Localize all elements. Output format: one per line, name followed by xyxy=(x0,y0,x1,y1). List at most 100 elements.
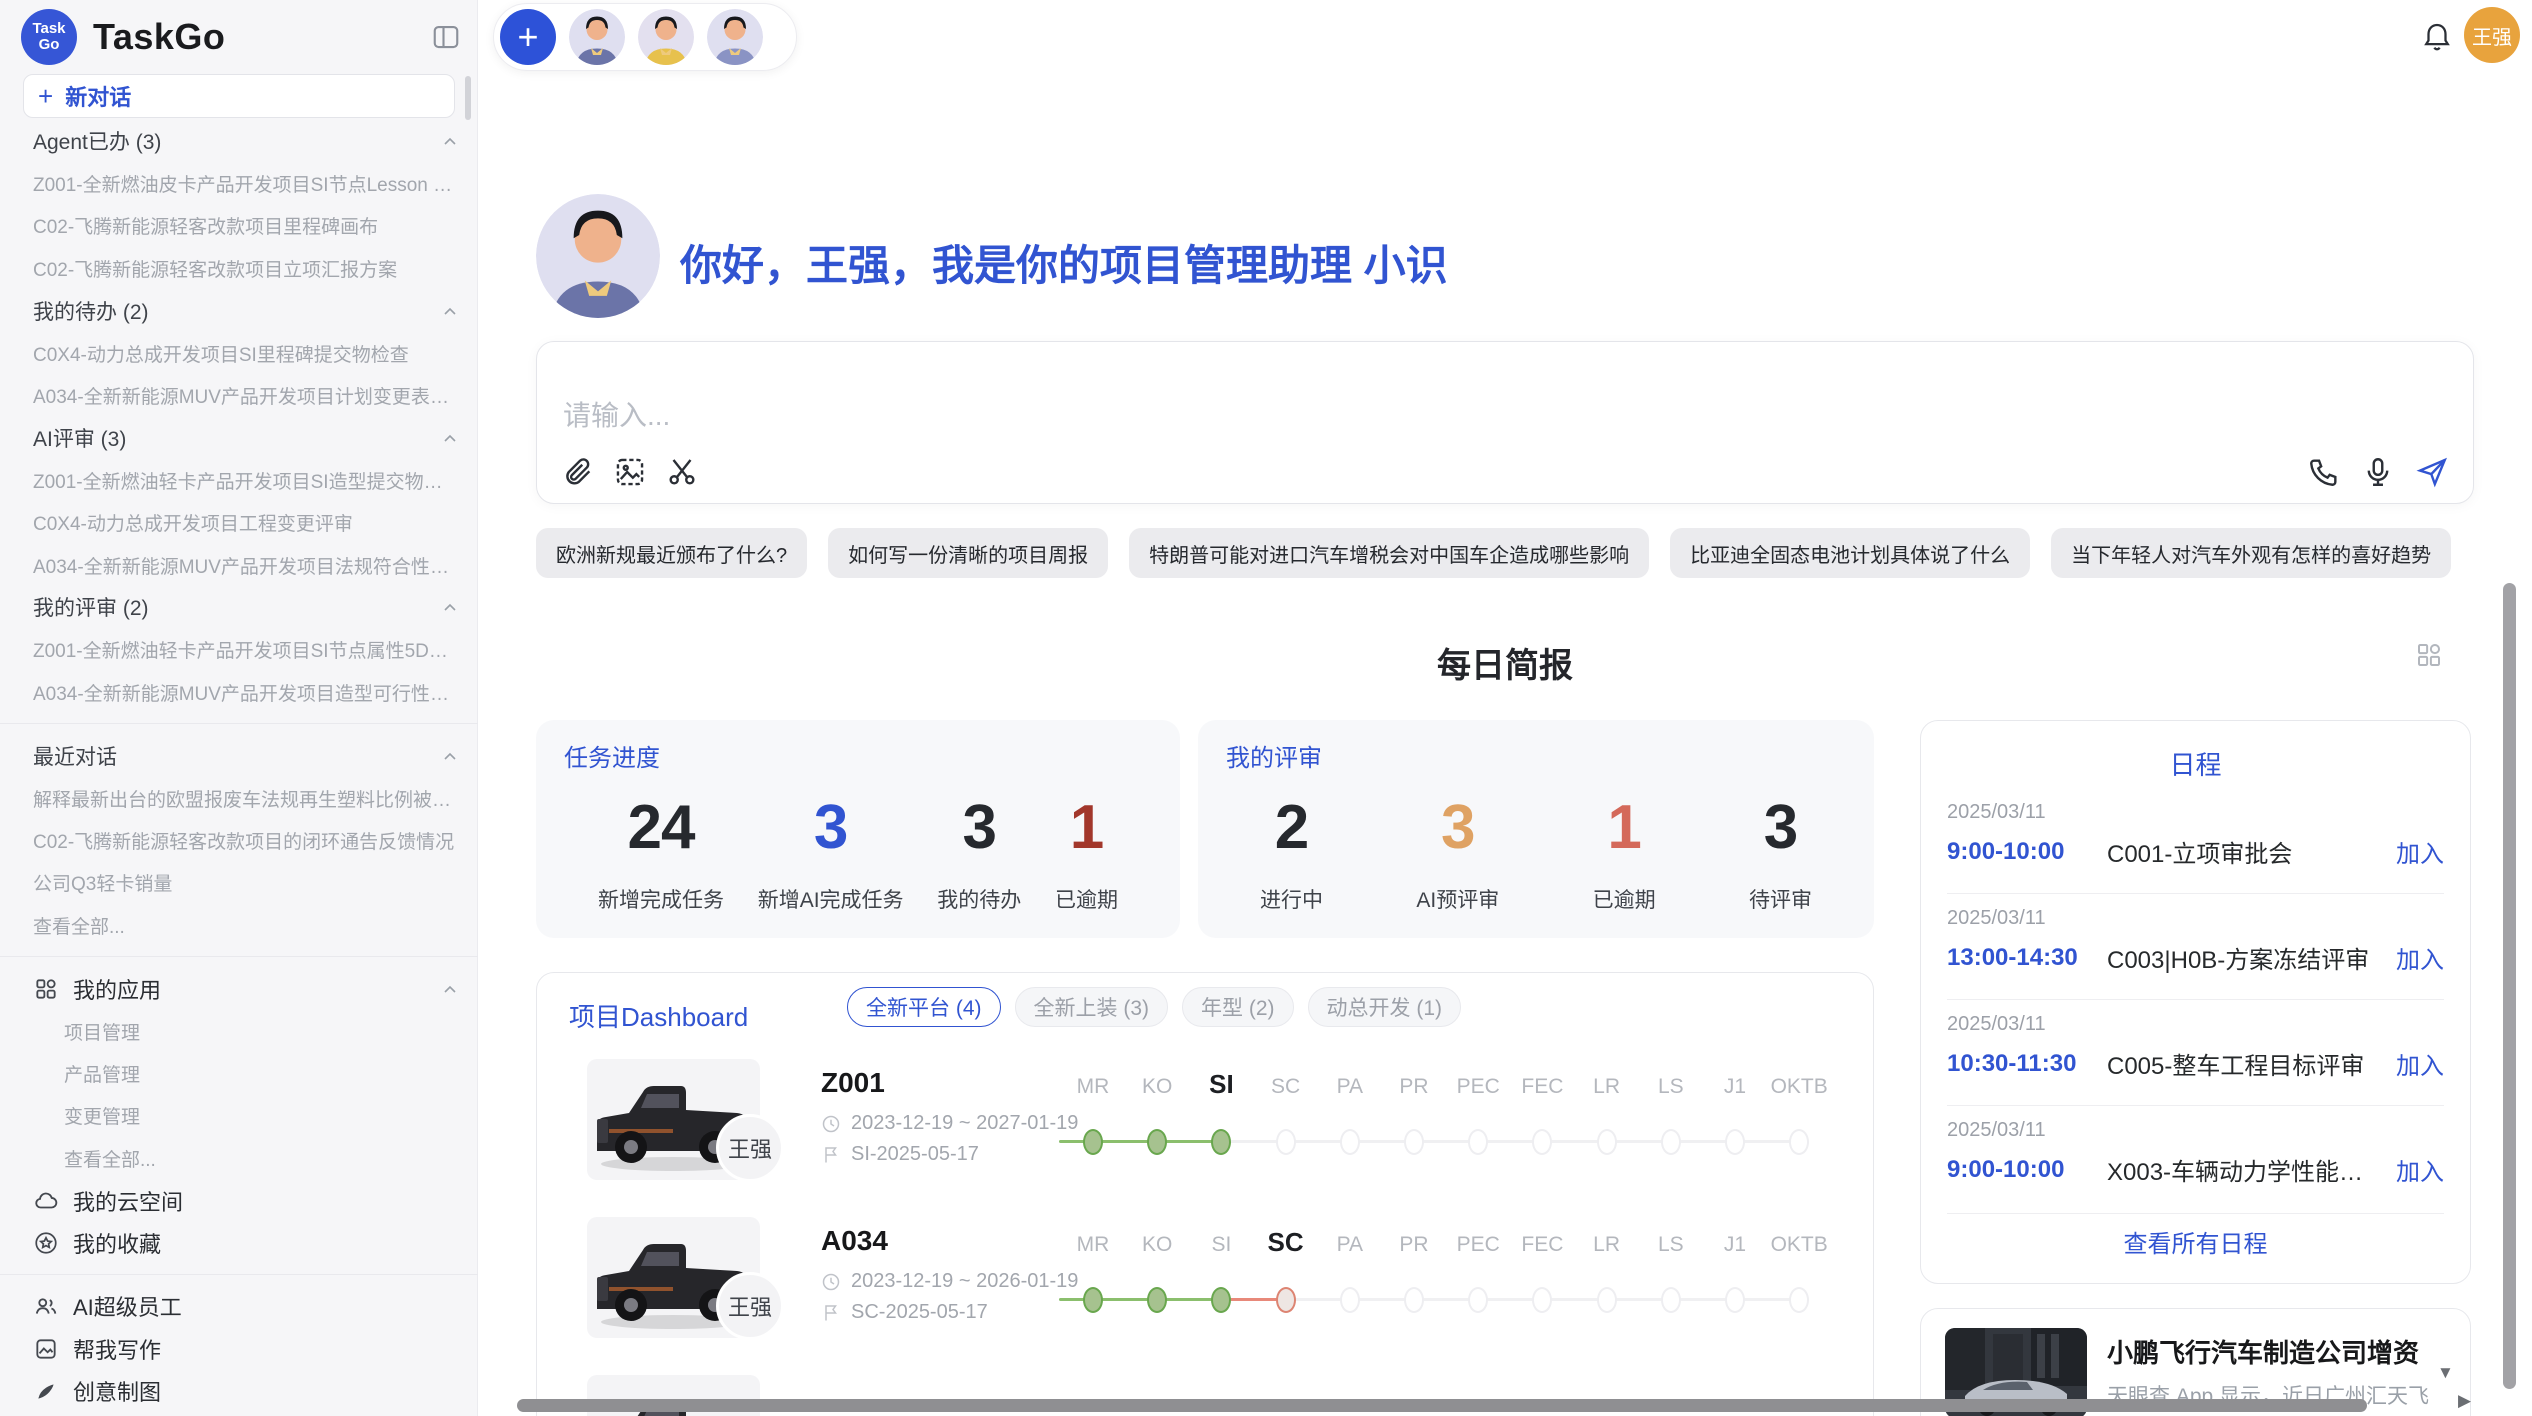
sidebar-section-my-todo[interactable]: 我的待办 (2) xyxy=(0,290,478,332)
join-link[interactable]: 加入 xyxy=(2396,1152,2444,1187)
new-chat-button[interactable]: + 新对话 xyxy=(23,74,455,118)
user-name: 王强 xyxy=(2472,21,2512,50)
sidebar-app-project-mgmt[interactable]: 项目管理 xyxy=(0,1010,478,1052)
chevron-up-icon[interactable] xyxy=(440,746,460,766)
milestone-label: PEC xyxy=(1457,1075,1500,1099)
sidebar-item-cloud-space[interactable]: 我的云空间 xyxy=(0,1179,478,1221)
composer-tools xyxy=(561,455,699,489)
suggestion-chip[interactable]: 特朗普可能对进口汽车增税会对中国车企造成哪些影响 xyxy=(1129,528,1649,578)
sidebar-section-recent[interactable]: 最近对话 xyxy=(0,734,478,776)
milestone-dot-done xyxy=(1083,1129,1103,1155)
sidebar-section-ai-review[interactable]: AI评审 (3) xyxy=(0,417,478,459)
sidebar-item[interactable]: Z001-全新燃油皮卡产品开发项目SI节点Lesson Learn报告 xyxy=(0,162,478,204)
milestone-label: PA xyxy=(1337,1075,1363,1099)
recent-conversation[interactable]: 公司Q3轻卡销量 xyxy=(0,862,478,904)
flag-icon xyxy=(821,1303,841,1323)
sidebar-apps-view-all[interactable]: 查看全部... xyxy=(0,1137,478,1179)
sidebar-collapse-icon[interactable] xyxy=(431,22,461,52)
view-all-schedule-link[interactable]: 查看所有日程 xyxy=(1921,1224,2470,1259)
microphone-icon[interactable] xyxy=(2361,455,2395,489)
sidebar-item[interactable]: Z001-全新燃油轻卡产品开发项目SI造型提交物评审 xyxy=(0,459,478,501)
chevron-up-icon[interactable] xyxy=(440,979,460,999)
suggestion-chip[interactable]: 当下年轻人对汽车外观有怎样的喜好趋势 xyxy=(2051,528,2451,578)
attachment-icon[interactable] xyxy=(561,455,595,489)
message-composer xyxy=(536,341,2474,504)
pen-icon xyxy=(33,1378,59,1404)
sidebar-scrollbar[interactable] xyxy=(465,76,471,120)
recent-conversation[interactable]: C02-飞腾新能源轻客改款项目的闭环通告反馈情况 xyxy=(0,819,478,861)
chevron-up-icon[interactable] xyxy=(440,131,460,151)
project-row[interactable]: 王强 A034 2023-12-19 ~ 2026-01-19 SC-2025-… xyxy=(537,1209,1875,1367)
filter-pill-new-body[interactable]: 全新上装 (3) xyxy=(1015,987,1169,1027)
sidebar-item-ai-super-staff[interactable]: AI超级员工 xyxy=(0,1285,478,1327)
filter-pill-new-platform[interactable]: 全新平台 (4) xyxy=(847,987,1001,1027)
add-conversation-button[interactable]: + xyxy=(500,9,556,65)
project-row[interactable]: 王强 Z001 2023-12-19 ~ 2027-01-19 SI-2025-… xyxy=(537,1051,1875,1209)
milestone-label: LS xyxy=(1658,1075,1684,1099)
agent-avatar[interactable] xyxy=(569,9,625,65)
sidebar-item[interactable]: C0X4-动力总成开发项目工程变更评审 xyxy=(0,502,478,544)
send-icon[interactable] xyxy=(2415,455,2449,489)
news-title: 小鹏飞行汽车制造公司增资 xyxy=(2107,1333,2447,1370)
new-chat-label: 新对话 xyxy=(65,80,131,112)
scroll-right-arrow[interactable]: ▶ xyxy=(2458,1392,2471,1409)
milestone-dot xyxy=(1532,1287,1552,1313)
filter-pill-powertrain[interactable]: 动总开发 (1) xyxy=(1308,987,1462,1027)
filter-pill-model-year[interactable]: 年型 (2) xyxy=(1182,987,1294,1027)
layout-grid-icon[interactable] xyxy=(2414,640,2444,670)
sidebar-app-product-mgmt[interactable]: 产品管理 xyxy=(0,1052,478,1094)
milestone-dot-done xyxy=(1083,1287,1103,1313)
chevron-up-icon[interactable] xyxy=(440,301,460,321)
logo-text-top: Task xyxy=(32,21,65,37)
milestone-label: PEC xyxy=(1457,1233,1500,1257)
sidebar-item[interactable]: C0X4-动力总成开发项目SI里程碑提交物检查 xyxy=(0,332,478,374)
milestone-dot xyxy=(1789,1287,1809,1313)
join-link[interactable]: 加入 xyxy=(2396,1046,2444,1081)
recent-conversation[interactable]: 解释最新出台的欧盟报废车法规再生塑料比例被调至15%... xyxy=(0,777,478,819)
milestone-label: PR xyxy=(1399,1075,1428,1099)
message-input[interactable] xyxy=(561,394,1761,438)
assistant-greeting: 你好，王强，我是你的项目管理助理 小识 xyxy=(680,232,1448,293)
sidebar-item[interactable]: Z001-全新燃油轻卡产品开发项目SI节点属性5D文件评审 xyxy=(0,629,478,671)
user-avatar[interactable]: 王强 xyxy=(2464,7,2520,63)
scroll-down-arrow[interactable]: ▼ xyxy=(2437,1364,2454,1381)
sidebar-item-my-apps[interactable]: 我的应用 xyxy=(0,967,478,1009)
sidebar-item[interactable]: A034-全新新能源MUV产品开发项目造型可行性评审 xyxy=(0,671,478,713)
sidebar-item[interactable]: C02-飞腾新能源轻客改款项目立项汇报方案 xyxy=(0,247,478,289)
sidebar-app-change-mgmt[interactable]: 变更管理 xyxy=(0,1095,478,1137)
milestone-label: FEC xyxy=(1521,1075,1563,1099)
chevron-up-icon[interactable] xyxy=(440,597,460,617)
recent-view-all[interactable]: 查看全部... xyxy=(0,904,478,946)
schedule-title: 日程 xyxy=(1921,745,2470,782)
image-icon[interactable] xyxy=(613,455,647,489)
sidebar-item[interactable]: A034-全新新能源MUV产品开发项目法规符合性评审 xyxy=(0,544,478,586)
milestone-dot xyxy=(1468,1287,1488,1313)
star-circle-icon xyxy=(33,1230,59,1256)
phone-icon[interactable] xyxy=(2307,455,2341,489)
sidebar-item-help-write[interactable]: 帮我写作 xyxy=(0,1328,478,1370)
suggestion-chip[interactable]: 比亚迪全固态电池计划具体说了什么 xyxy=(1670,528,2030,578)
scissors-icon[interactable] xyxy=(665,455,699,489)
chevron-up-icon[interactable] xyxy=(440,428,460,448)
sidebar-section-agent-done[interactable]: Agent已办 (3) xyxy=(0,120,478,162)
join-link[interactable]: 加入 xyxy=(2396,940,2444,975)
milestone-dot-done xyxy=(1211,1287,1231,1313)
divider xyxy=(0,723,478,724)
sidebar-item-favorites[interactable]: 我的收藏 xyxy=(0,1222,478,1264)
project-dashboard-card: 项目Dashboard 全新平台 (4) 全新上装 (3) 年型 (2) 动总开… xyxy=(536,972,1874,1416)
agent-avatar[interactable] xyxy=(707,9,763,65)
sidebar-item[interactable]: A034-全新新能源MUV产品开发项目计划变更表编写 xyxy=(0,374,478,416)
sidebar-section-my-review[interactable]: 我的评审 (2) xyxy=(0,586,478,628)
sidebar-item[interactable]: C02-飞腾新能源轻客改款项目里程碑画布 xyxy=(0,205,478,247)
stat-overdue: 1已逾期 xyxy=(1593,795,1656,914)
suggestion-chip[interactable]: 欧洲新规最近颁布了什么? xyxy=(536,528,807,578)
horizontal-scrollbar[interactable] xyxy=(517,1399,2367,1412)
notifications-bell-icon[interactable] xyxy=(2420,20,2454,54)
milestone-dot xyxy=(1597,1129,1617,1155)
stat-my-todo: 3我的待办 xyxy=(937,795,1021,914)
sidebar-item-creative-draw[interactable]: 创意制图 xyxy=(0,1370,478,1412)
agent-avatar[interactable] xyxy=(638,9,694,65)
suggestion-chip[interactable]: 如何写一份清晰的项目周报 xyxy=(828,528,1108,578)
join-link[interactable]: 加入 xyxy=(2396,834,2444,869)
vertical-scrollbar[interactable] xyxy=(2503,583,2516,1389)
